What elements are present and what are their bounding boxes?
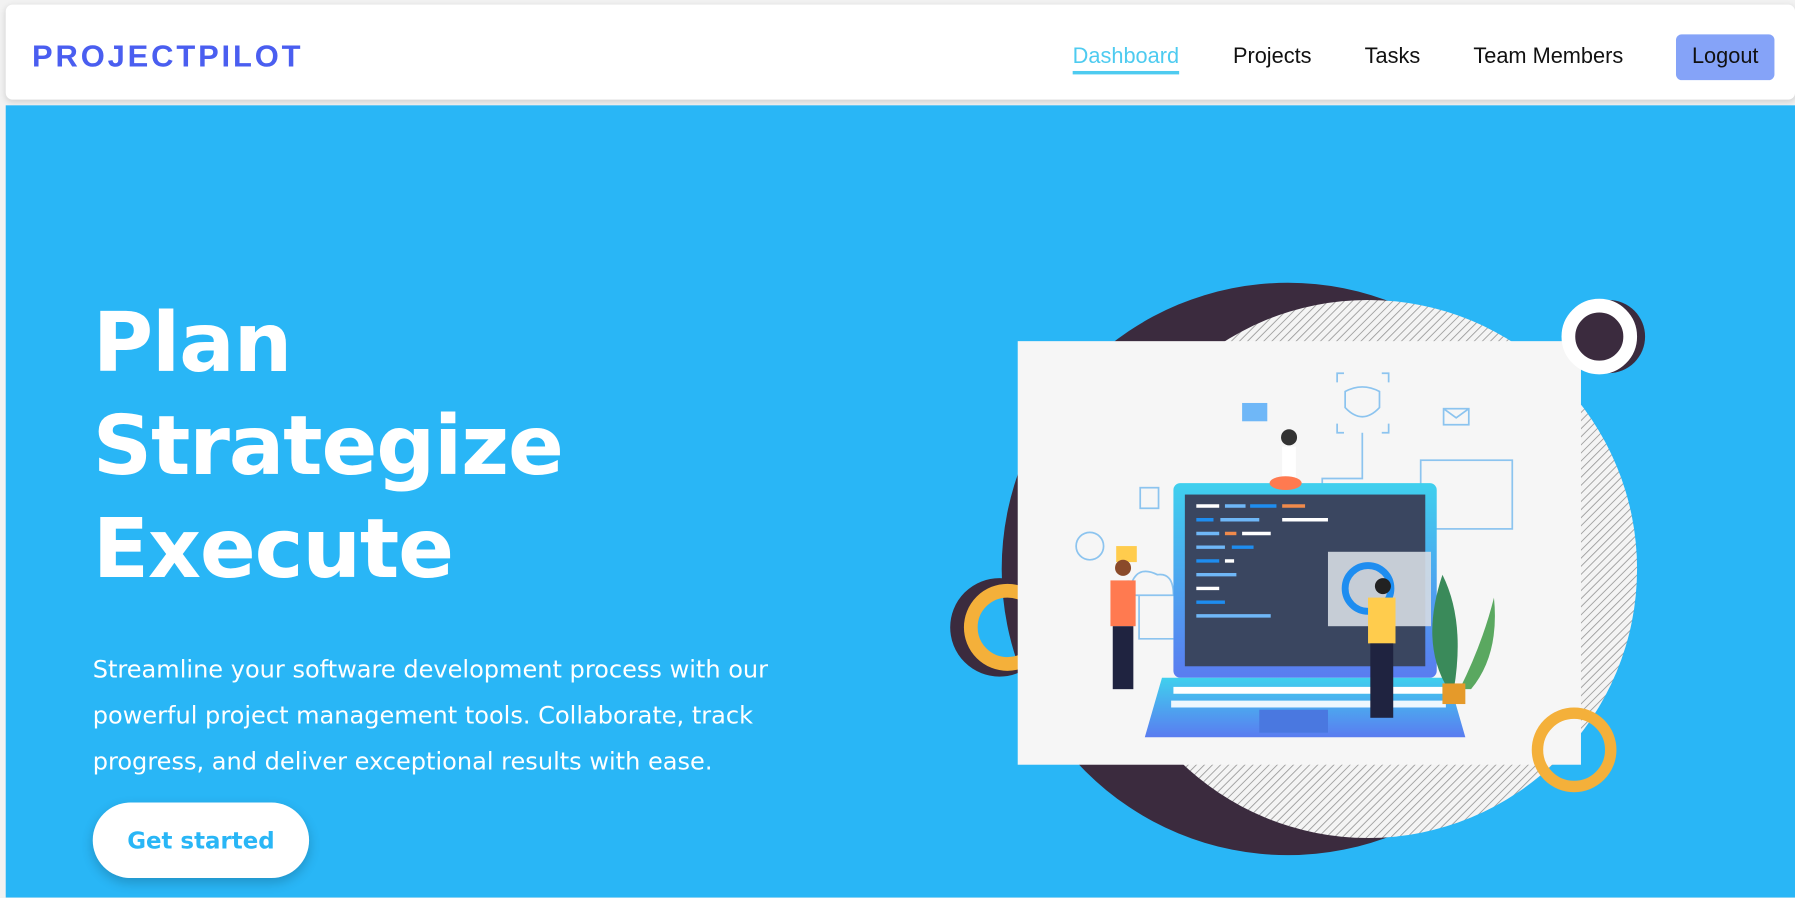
nav-dashboard[interactable]: Dashboard xyxy=(1072,45,1180,75)
hero-headline: Plan Strategize Execute xyxy=(92,291,564,600)
headline-line-strategize: Strategize xyxy=(92,397,564,494)
person-orange xyxy=(1110,580,1136,627)
navbar: PROJECTPILOT Dashboard Projects Tasks Te… xyxy=(5,4,1795,100)
logo[interactable]: PROJECTPILOT xyxy=(32,39,303,74)
get-started-button[interactable]: Get started xyxy=(92,802,310,879)
logout-button[interactable]: Logout xyxy=(1675,34,1775,81)
hero-description: Streamline your software development pro… xyxy=(92,655,769,776)
hero-illustration xyxy=(950,282,1646,856)
hero-section: Plan Strategize Execute Streamline your … xyxy=(5,105,1795,898)
nav-tasks[interactable]: Tasks xyxy=(1365,45,1421,70)
person-sitting xyxy=(1269,476,1302,490)
headline-line-execute: Execute xyxy=(92,500,454,597)
person-yellow xyxy=(1368,597,1396,644)
headline-line-plan: Plan xyxy=(92,294,293,391)
nav-team-members[interactable]: Team Members xyxy=(1473,45,1623,70)
nav-projects[interactable]: Projects xyxy=(1233,45,1312,70)
